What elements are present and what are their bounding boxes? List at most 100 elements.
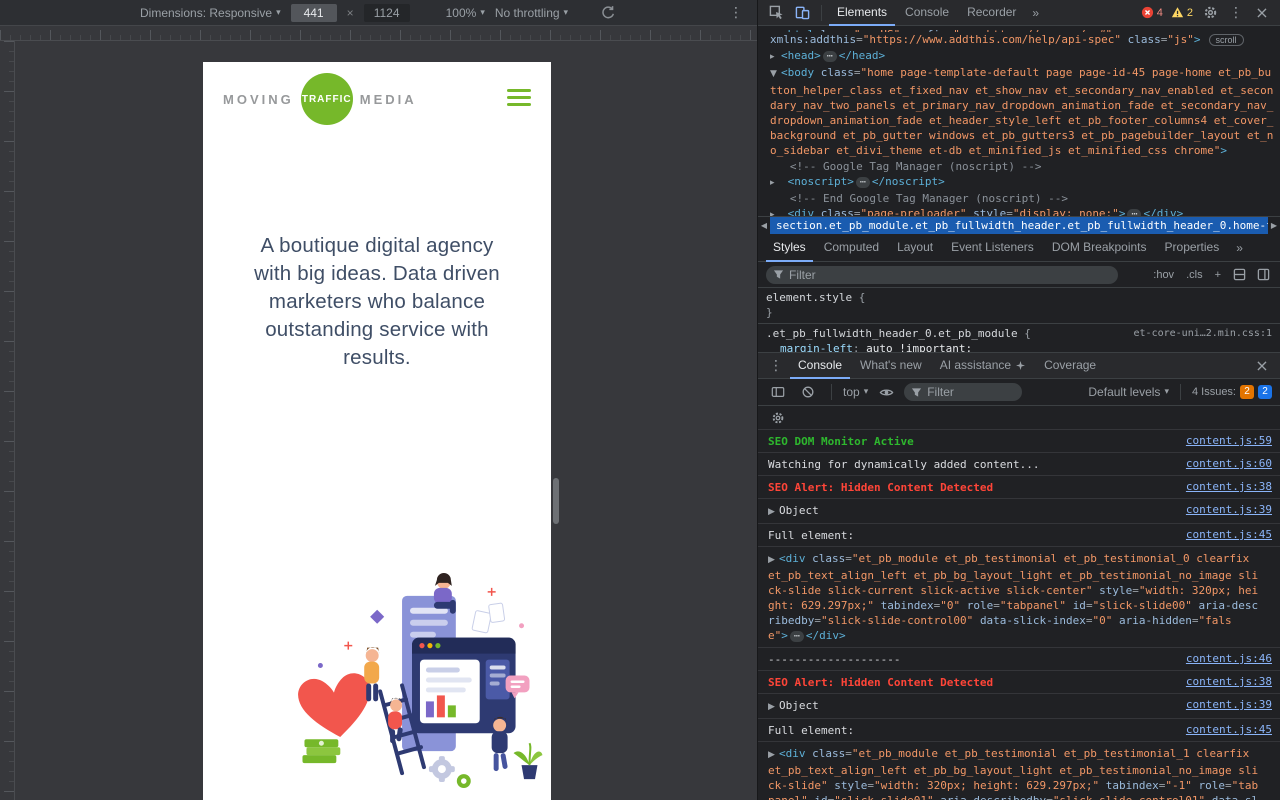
vertical-ruler bbox=[0, 41, 15, 800]
console-message-text: Watching for dynamically added content..… bbox=[768, 457, 1174, 472]
devtools-panel: Elements Console Recorder » 4 2 ⋮ × ▼<ht… bbox=[757, 0, 1280, 800]
breadcrumb-left-icon[interactable]: ◀ bbox=[758, 217, 770, 234]
throttling-select[interactable]: No throttling ▾ bbox=[495, 6, 568, 20]
css-property-value[interactable]: auto !important; bbox=[866, 342, 972, 352]
javascript-context-select[interactable]: top ▾ bbox=[843, 385, 868, 399]
dom-tree-line[interactable]: ▸ <div class="page-preloader" style="dis… bbox=[770, 206, 1274, 216]
console-message[interactable]: ▶ Object content.js:39 bbox=[758, 693, 1280, 718]
tab-layout[interactable]: Layout bbox=[890, 234, 940, 262]
dom-tree-line[interactable]: <!-- End Google Tag Manager (noscript) -… bbox=[770, 191, 1274, 206]
console-source-link[interactable]: content.js:46 bbox=[1186, 652, 1272, 665]
console-message[interactable]: ▶ <div class="et_pb_module et_pb_testimo… bbox=[758, 546, 1280, 647]
dom-tree-line[interactable]: xmlns:addthis="https://www.addthis.com/h… bbox=[770, 32, 1274, 48]
clear-console-icon[interactable] bbox=[796, 380, 820, 404]
more-sidebar-tabs-icon[interactable]: » bbox=[1230, 241, 1249, 255]
css-rule-fullwidth-header[interactable]: .et_pb_fullwidth_header_0.et_pb_module {… bbox=[758, 323, 1280, 352]
log-levels-select[interactable]: Default levels ▾ bbox=[1088, 385, 1169, 399]
logo-circle: TRAFFIC bbox=[301, 73, 353, 125]
settings-gear-icon[interactable] bbox=[1198, 1, 1222, 25]
live-expression-icon[interactable] bbox=[874, 380, 898, 404]
console-settings-row bbox=[758, 406, 1280, 430]
tab-console[interactable]: Console bbox=[897, 0, 957, 26]
more-panels-icon[interactable]: » bbox=[1026, 6, 1045, 20]
tab-recorder[interactable]: Recorder bbox=[959, 0, 1024, 26]
drawer-tab-coverage[interactable]: Coverage bbox=[1036, 353, 1104, 379]
horizontal-ruler bbox=[0, 26, 757, 41]
ai-spark-icon bbox=[1015, 360, 1026, 371]
error-counter[interactable]: 4 bbox=[1141, 6, 1163, 19]
console-message[interactable]: SEO Alert: Hidden Content Detectedconten… bbox=[758, 670, 1280, 693]
error-icon bbox=[1141, 6, 1154, 19]
console-message[interactable]: ▶ Object content.js:39 bbox=[758, 498, 1280, 523]
console-source-link[interactable]: content.js:45 bbox=[1186, 723, 1272, 736]
dom-tree-line[interactable]: ▸<head>⋯</head> bbox=[770, 48, 1274, 65]
dock-sidebar-icon[interactable] bbox=[1254, 266, 1272, 284]
dom-tree-line[interactable]: ▼<body class="home page-template-default… bbox=[770, 65, 1274, 158]
dimensions-label: Dimensions: Responsive bbox=[140, 6, 272, 20]
console-filter-input[interactable]: Filter bbox=[904, 383, 1022, 401]
styles-filter-input[interactable]: Filter bbox=[766, 266, 1118, 284]
console-message-text: Full element: bbox=[768, 723, 1174, 738]
dimensions-select[interactable]: Dimensions: Responsive ▾ bbox=[140, 6, 281, 20]
site-logo[interactable]: MOVING TRAFFIC MEDIA bbox=[223, 72, 417, 126]
tab-dom-breakpoints[interactable]: DOM Breakpoints bbox=[1045, 234, 1154, 262]
viewport-height-input[interactable] bbox=[364, 4, 410, 22]
console-source-link[interactable]: content.js:39 bbox=[1186, 503, 1272, 516]
tab-elements[interactable]: Elements bbox=[829, 0, 895, 26]
toggle-classes-button[interactable]: .cls bbox=[1183, 269, 1206, 281]
drawer-tab-console[interactable]: Console bbox=[790, 353, 850, 379]
tab-computed[interactable]: Computed bbox=[817, 234, 886, 262]
tab-event-listeners[interactable]: Event Listeners bbox=[944, 234, 1041, 262]
new-style-rule-button[interactable]: + bbox=[1212, 269, 1224, 281]
inspect-element-icon[interactable] bbox=[764, 1, 788, 25]
css-source-link[interactable]: et-core-uni…2.min.css:1 bbox=[1134, 326, 1272, 341]
close-devtools-icon[interactable]: × bbox=[1250, 1, 1274, 25]
css-rule-element-style[interactable]: element.style { } bbox=[758, 290, 1280, 320]
console-source-link[interactable]: content.js:60 bbox=[1186, 457, 1272, 470]
hamburger-menu-icon[interactable] bbox=[507, 89, 531, 106]
console-message[interactable]: Full element:content.js:45 bbox=[758, 523, 1280, 546]
drawer-tab-ai-assistance[interactable]: AI assistance bbox=[932, 353, 1034, 379]
warning-counter[interactable]: 2 bbox=[1171, 6, 1193, 19]
drawer-tab-whats-new[interactable]: What's new bbox=[852, 353, 930, 379]
rotate-viewport-icon[interactable] bbox=[600, 5, 615, 20]
computed-panel-icon[interactable] bbox=[1230, 266, 1248, 284]
console-source-link[interactable]: content.js:45 bbox=[1186, 528, 1272, 541]
css-selector: element.style bbox=[766, 291, 852, 304]
console-message-text: ▶ Object bbox=[768, 503, 1174, 520]
device-toolbar: Dimensions: Responsive ▾ × 100% ▾ No thr… bbox=[0, 0, 757, 26]
console-message[interactable]: SEO DOM Monitor Activecontent.js:59 bbox=[758, 430, 1280, 452]
throttling-value: No throttling bbox=[495, 6, 560, 20]
console-message[interactable]: --------------------content.js:46 bbox=[758, 647, 1280, 670]
close-drawer-icon[interactable]: × bbox=[1250, 354, 1274, 378]
device-toolbar-menu-icon[interactable]: ⋮ bbox=[725, 5, 747, 21]
breadcrumb-selected-node[interactable]: section.et_pb_module.et_pb_fullwidth_hea… bbox=[770, 217, 1268, 234]
drawer-menu-icon[interactable]: ⋮ bbox=[764, 354, 788, 378]
console-message-text: ▶ Object bbox=[768, 698, 1174, 715]
tab-properties[interactable]: Properties bbox=[1158, 234, 1227, 262]
console-settings-gear-icon[interactable] bbox=[766, 406, 790, 430]
dom-tree-line[interactable]: <!-- Google Tag Manager (noscript) --> bbox=[770, 159, 1274, 174]
console-message[interactable]: SEO Alert: Hidden Content Detectedconten… bbox=[758, 475, 1280, 498]
logo-word-right: MEDIA bbox=[360, 92, 417, 107]
console-source-link[interactable]: content.js:38 bbox=[1186, 675, 1272, 688]
page-scrollbar[interactable] bbox=[553, 478, 559, 524]
console-message[interactable]: Watching for dynamically added content..… bbox=[758, 452, 1280, 475]
filter-icon bbox=[773, 269, 784, 280]
device-toolbar-toggle-icon[interactable] bbox=[790, 1, 814, 25]
console-message[interactable]: ▶ <div class="et_pb_module et_pb_testimo… bbox=[758, 741, 1280, 800]
dom-tree-line[interactable]: ▸ <noscript>⋯</noscript> bbox=[770, 174, 1274, 191]
issues-counter[interactable]: 4 Issues: 2 2 bbox=[1192, 385, 1272, 399]
console-source-link[interactable]: content.js:39 bbox=[1186, 698, 1272, 711]
css-property-name[interactable]: margin-left bbox=[780, 342, 853, 352]
console-source-link[interactable]: content.js:59 bbox=[1186, 434, 1272, 447]
toggle-element-state-button[interactable]: :hov bbox=[1150, 269, 1177, 281]
console-source-link[interactable]: content.js:38 bbox=[1186, 480, 1272, 493]
breadcrumb-right-icon[interactable]: ▶ bbox=[1268, 217, 1280, 234]
console-message[interactable]: Full element: content.js:45 bbox=[758, 718, 1280, 741]
tab-styles[interactable]: Styles bbox=[766, 234, 813, 262]
devtools-menu-icon[interactable]: ⋮ bbox=[1224, 1, 1248, 25]
console-sidebar-icon[interactable] bbox=[766, 380, 790, 404]
viewport-width-input[interactable] bbox=[291, 4, 337, 22]
zoom-select[interactable]: 100% ▾ bbox=[446, 6, 485, 20]
